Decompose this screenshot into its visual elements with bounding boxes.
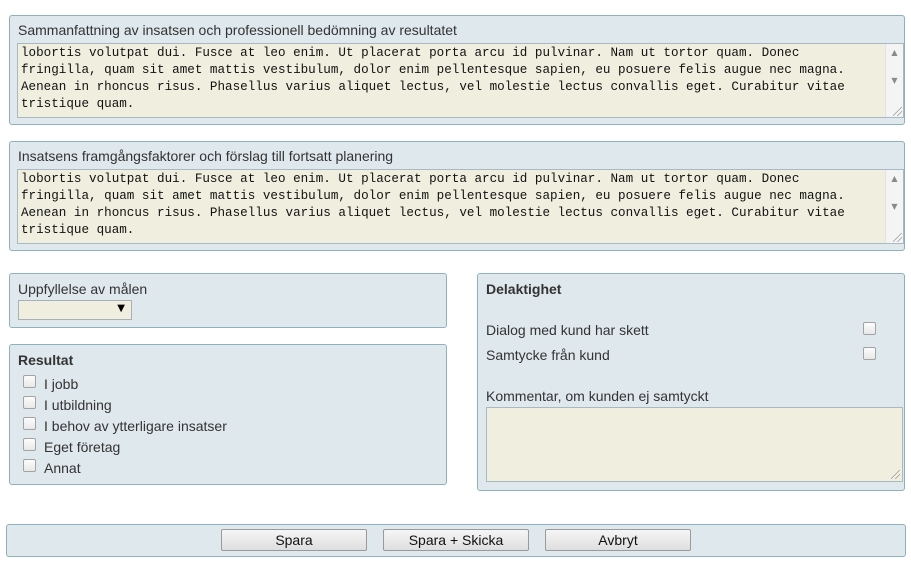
summary-textarea[interactable]: lobortis volutpat dui. Fusce at leo enim… [17, 43, 904, 118]
comment-label: Kommentar, om kunden ej samtyckt [486, 388, 709, 404]
participation-title: Delaktighet [486, 281, 562, 297]
success-line: lobortis volutpat dui. Fusce at leo enim… [21, 172, 800, 186]
result-option-label: Annat [44, 460, 81, 476]
summary-panel: Sammanfattning av insatsen och professio… [9, 15, 905, 125]
result-option-label: I behov av ytterligare insatser [44, 418, 227, 434]
chevron-down-icon: ▼ [117, 303, 125, 314]
result-title: Resultat [18, 352, 74, 368]
result-checkbox-utbildning[interactable] [23, 396, 36, 409]
summary-label: Sammanfattning av insatsen och professio… [18, 22, 457, 38]
summary-line: lobortis volutpat dui. Fusce at leo enim… [21, 46, 800, 60]
save-send-button[interactable]: Spara + Skicka [383, 529, 529, 551]
result-option-label: I utbildning [44, 397, 112, 413]
result-checkbox-jobb[interactable] [23, 375, 36, 388]
success-label: Insatsens framgångsfaktorer och förslag … [18, 148, 394, 164]
success-textarea[interactable]: lobortis volutpat dui. Fusce at leo enim… [17, 169, 904, 244]
resize-grip-icon[interactable] [893, 107, 902, 116]
resize-grip-icon[interactable] [891, 470, 900, 479]
comment-textarea[interactable] [486, 407, 903, 482]
participation-panel: Delaktighet Dialog med kund har skett Sa… [477, 273, 905, 491]
result-panel: Resultat I jobb I utbildning I behov av … [9, 344, 447, 485]
scroll-down-arrow-icon[interactable]: ▼ [886, 202, 903, 212]
consent-checkbox[interactable] [863, 347, 876, 360]
goals-select[interactable]: ▼ [18, 300, 132, 320]
success-panel: Insatsens framgångsfaktorer och förslag … [9, 141, 905, 251]
summary-line: fringilla, quam sit amet mattis vestibul… [21, 63, 845, 77]
participation-option-label: Samtycke från kund [486, 347, 610, 363]
result-checkbox-behov[interactable] [23, 417, 36, 430]
result-checkbox-eget-foretag[interactable] [23, 438, 36, 451]
scroll-down-arrow-icon[interactable]: ▼ [886, 76, 903, 86]
summary-line: Aenean in rhoncus risus. Phasellus variu… [21, 80, 845, 94]
result-option-label: I jobb [44, 376, 79, 392]
success-line: fringilla, quam sit amet mattis vestibul… [21, 189, 845, 203]
scroll-up-arrow-icon[interactable]: ▲ [886, 174, 903, 184]
goals-panel: Uppfyllelse av målen ▼ [9, 273, 447, 328]
goals-label: Uppfyllelse av målen [18, 281, 148, 297]
cancel-button[interactable]: Avbryt [545, 529, 691, 551]
success-line: Aenean in rhoncus risus. Phasellus variu… [21, 206, 845, 220]
participation-option-label: Dialog med kund har skett [486, 322, 649, 338]
dialog-checkbox[interactable] [863, 322, 876, 335]
result-checkbox-annat[interactable] [23, 459, 36, 472]
resize-grip-icon[interactable] [893, 233, 902, 242]
success-line: tristique quam. [21, 223, 135, 237]
summary-line: tristique quam. [21, 97, 135, 111]
result-option-label: Eget företag [44, 439, 121, 455]
save-button[interactable]: Spara [221, 529, 367, 551]
button-bar: Spara Spara + Skicka Avbryt [6, 524, 906, 557]
scroll-up-arrow-icon[interactable]: ▲ [886, 48, 903, 58]
